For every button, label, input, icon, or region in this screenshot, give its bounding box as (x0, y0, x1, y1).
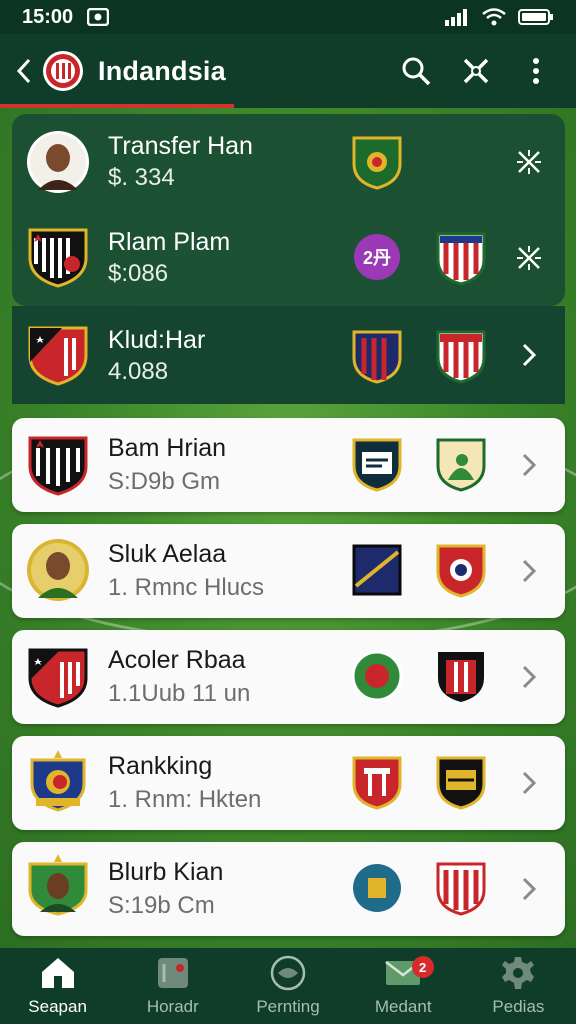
chevron-right-icon (522, 453, 537, 477)
club-crest-icon (436, 756, 486, 810)
club-crest-icon (436, 544, 486, 598)
row-value: 4.088 (108, 358, 169, 385)
more-vert-icon (533, 58, 539, 84)
row-value: $:086 (108, 260, 169, 287)
list-item[interactable]: Rankking 1. Rnm: Hkten (12, 736, 565, 830)
search-icon (402, 57, 431, 86)
notification-badge: 2 (411, 956, 434, 978)
chevron-right-icon (522, 343, 537, 367)
player-avatar (28, 854, 88, 916)
nav-label: Horadr (146, 997, 199, 1016)
list-item[interactable]: Klud:Har 4.088 (12, 306, 565, 404)
player-avatar (27, 539, 89, 601)
nav-item-matches[interactable]: Pernting (230, 948, 345, 1024)
club-badge-icon (30, 750, 86, 812)
club-crest-icon (438, 652, 484, 702)
list-item[interactable]: Transfer Han $. 334 (12, 114, 565, 210)
expand-icon (517, 246, 541, 270)
nav-item-lineup[interactable]: Horadr (115, 948, 230, 1024)
home-icon (41, 958, 74, 988)
nav-item-home[interactable]: Seapan (0, 948, 115, 1024)
row-name: Klud:Har (108, 326, 206, 354)
chevron-right-icon (522, 559, 537, 583)
row-value: S:D9b Gm (108, 468, 221, 495)
open-button[interactable] (512, 660, 546, 694)
club-crest-icon (436, 232, 486, 286)
list-item[interactable]: Bam Hrian S:D9b Gm (12, 418, 565, 512)
list-item[interactable]: Rlam Plam $:086 2丹 (12, 210, 565, 306)
row-name: Rlam Plam (108, 228, 231, 256)
expand-icon (517, 150, 541, 174)
lineup-icon (157, 958, 188, 988)
status-time: 15:00 (22, 5, 74, 28)
nav-item-settings[interactable]: Pedias (461, 948, 576, 1024)
wifi-icon (482, 8, 506, 26)
club-logo (43, 51, 83, 91)
ball-icon (270, 955, 306, 991)
tools-icon (463, 58, 489, 84)
row-value: 1. Rnm: Hkten (108, 786, 262, 813)
open-button[interactable] (512, 448, 546, 482)
club-crest-icon (352, 438, 402, 492)
row-name: Bam Hrian (108, 434, 227, 462)
open-button[interactable] (512, 766, 546, 800)
open-button[interactable] (512, 872, 546, 906)
search-button[interactable] (396, 51, 436, 91)
club-crest-icon (352, 756, 402, 810)
expand-button[interactable] (512, 241, 546, 275)
nav-label: Medant (374, 997, 432, 1016)
bottom-nav: Seapan Horadr Pernting 2 Medant Pedias (0, 948, 576, 1024)
open-button[interactable] (512, 554, 546, 588)
row-name: Rankking (108, 752, 213, 780)
club-crest-icon (436, 438, 486, 492)
nav-label: Pernting (256, 997, 320, 1016)
list-item[interactable]: Blurb Kian S:19b Cm (12, 842, 565, 936)
gear-icon (502, 957, 535, 989)
club-crest-icon (351, 650, 403, 702)
more-button[interactable] (516, 51, 556, 91)
open-button[interactable] (512, 338, 546, 372)
row-name: Sluk Aelaa (108, 540, 227, 568)
nav-label: Seapan (28, 997, 87, 1016)
nav-item-messages[interactable]: 2 Medant (346, 948, 461, 1024)
chevron-right-icon (522, 877, 537, 901)
club-crest-icon (353, 864, 401, 912)
row-name: Transfer Han (108, 132, 253, 160)
tools-button[interactable] (456, 51, 496, 91)
club-crest-icon (436, 330, 486, 384)
player-avatar (27, 131, 89, 193)
row-value: $. 334 (108, 164, 175, 191)
row-value: 1.1Uub 11 un (108, 680, 251, 707)
club-badge-icon (28, 326, 88, 386)
club-badge-icon (28, 436, 88, 496)
row-value: 1. Rmnc Hlucs (108, 574, 265, 601)
list-item[interactable]: Sluk Aelaa 1. Rmnc Hlucs (12, 524, 565, 618)
chevron-right-icon (522, 665, 537, 689)
row-value: S:19b Cm (108, 892, 215, 919)
page-title: Indandsia (98, 55, 226, 86)
nav-label: Pedias (492, 997, 545, 1016)
row-name: Blurb Kian (108, 858, 224, 886)
back-button[interactable] (12, 51, 36, 91)
list-item[interactable]: Acoler Rbaa 1.1Uub 11 un (12, 630, 565, 724)
chevron-right-icon (522, 771, 537, 795)
club-badge-icon (28, 648, 88, 708)
tab-indicator (0, 104, 234, 108)
expand-button[interactable] (512, 145, 546, 179)
notification-icon (87, 8, 110, 26)
club-badge-icon (28, 228, 88, 288)
app-bar: Indandsia (0, 34, 576, 108)
rank-badge: 2丹 (354, 234, 400, 280)
chevron-left-icon (16, 58, 31, 84)
status-bar: 15:00 (0, 0, 576, 34)
battery-icon (518, 9, 553, 25)
row-name: Acoler Rbaa (108, 646, 246, 674)
signal-icon (445, 9, 467, 26)
club-crest-icon (352, 136, 402, 190)
club-crest-icon (352, 330, 402, 384)
club-crest-icon (436, 862, 486, 916)
club-crest-icon (352, 544, 402, 596)
